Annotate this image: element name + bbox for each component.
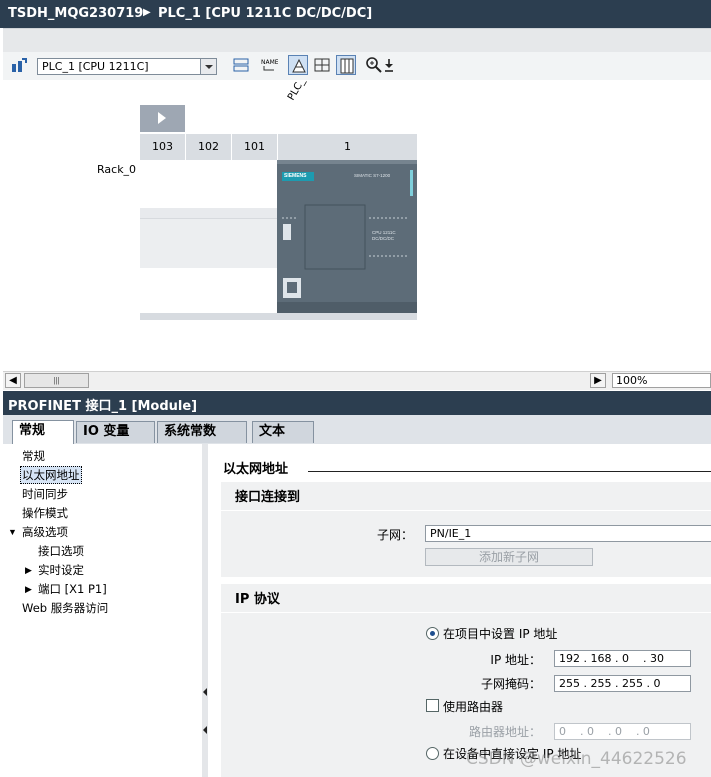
table-view-icon[interactable]	[336, 55, 356, 75]
editor-title-bar: TSDH_MQG230719 ▶ PLC_1 [CPU 1211C DC/DC/…	[0, 0, 711, 28]
expand-rack-icon[interactable]	[140, 105, 185, 132]
download-arrow-icon[interactable]	[382, 55, 396, 75]
inspector-title: PROFINET 接口_1 [Module]	[3, 391, 711, 415]
nav-item-port-x1p1[interactable]: 端口 [X1 P1]	[38, 581, 107, 597]
nav-item-ethernet-address[interactable]: 以太网地址	[20, 466, 82, 484]
ip-address-field[interactable]: 192 . 168 . 0 . 30	[554, 650, 691, 667]
device-view-toolbar: PLC_1 [CPU 1211C] NAME	[3, 52, 711, 81]
empty-slot-102[interactable]	[186, 160, 233, 320]
inspector-tabs: 常规 IO 变量 系统常数 文本	[3, 415, 711, 445]
subnet-mask-label: 子网掩码：	[480, 677, 541, 691]
project-name: TSDH_MQG230719	[8, 6, 144, 21]
section-divider	[308, 471, 711, 472]
view-tab-strip	[3, 28, 711, 52]
group-title: IP 协议	[235, 592, 280, 607]
slot-header-101: 101	[232, 134, 278, 160]
scroll-right-icon[interactable]: ▶	[590, 373, 606, 388]
device-name: PLC_1 [CPU 1211C DC/DC/DC]	[158, 6, 373, 21]
rotated-device-label: PLC_	[286, 76, 308, 103]
view-mode-icon[interactable]	[288, 55, 308, 75]
cpu-brand: SIEMENS	[284, 173, 307, 179]
collapse-arrow-icon[interactable]	[203, 726, 207, 734]
set-ip-on-device-radio[interactable]	[426, 747, 439, 760]
cpu-model: CPU 1211C DC/DC/DC	[372, 230, 396, 241]
collapse-arrow-icon[interactable]	[203, 688, 207, 696]
cpu-family: SIMATIC S7-1200	[354, 173, 391, 178]
scroll-left-icon[interactable]: ◀	[5, 373, 21, 388]
nav-item-interface-options[interactable]: 接口选项	[38, 543, 84, 559]
interface-connected-group: 接口连接到 子网： PN/IE_1 添加新子网	[221, 482, 711, 577]
expanded-triangle-icon[interactable]: ▼	[8, 527, 17, 537]
slot-header-1: 1	[278, 134, 418, 160]
rack-label: Rack_0	[97, 163, 137, 176]
nav-item-realtime-settings[interactable]: 实时设定	[38, 562, 84, 578]
group-title: 接口连接到	[235, 490, 301, 505]
router-address-field[interactable]: 0 . 0 . 0 . 0	[554, 723, 691, 740]
ip-address-label: IP 地址：	[490, 653, 541, 667]
nav-item-web-server-access[interactable]: Web 服务器访问	[22, 600, 108, 616]
svg-text:NAME: NAME	[261, 59, 278, 66]
tab-io-tags[interactable]: IO 变量	[76, 421, 155, 443]
show-module-names-icon[interactable]: NAME	[259, 55, 279, 75]
inspector-nav: 常规 以太网地址 时间同步 操作模式 ▼ 高级选项 接口选项 ▶ 实时设定 ▶ …	[3, 444, 203, 777]
cpu-module[interactable]: SIEMENS SIMATIC S7-1200 CPU 1211C DC/DC/…	[277, 160, 417, 313]
empty-slot-101[interactable]	[232, 160, 278, 320]
tab-general[interactable]: 常规	[12, 420, 74, 445]
watermark: CSDN @weixin_44622526	[466, 749, 687, 769]
collapsed-triangle-icon[interactable]: ▶	[25, 565, 32, 576]
zoom-level-field[interactable]: 100%	[612, 373, 711, 388]
cpu-slot-base	[277, 313, 417, 320]
device-select[interactable]: PLC_1 [CPU 1211C]	[37, 58, 217, 75]
nav-item-general[interactable]: 常规	[22, 448, 45, 464]
use-router-label: 使用路由器	[443, 700, 504, 714]
chevron-down-icon[interactable]	[200, 59, 216, 74]
device-network-icon[interactable]	[9, 55, 29, 75]
slot-header-102: 102	[186, 134, 232, 160]
add-subnet-button[interactable]: 添加新子网	[425, 548, 593, 566]
breadcrumb-arrow-icon: ▶	[143, 7, 151, 18]
device-view-scrollbar[interactable]: ◀ ||| ▶ 100%	[3, 371, 711, 390]
scroll-thumb[interactable]: |||	[24, 373, 89, 388]
nav-item-time-sync[interactable]: 时间同步	[22, 486, 68, 502]
zoom-icon[interactable]	[364, 55, 384, 75]
set-ip-in-project-radio[interactable]	[426, 627, 439, 640]
slot-header-103: 103	[140, 134, 186, 160]
nav-item-advanced-options[interactable]: 高级选项	[22, 524, 68, 540]
tab-texts[interactable]: 文本	[252, 421, 314, 443]
router-address-label: 路由器地址：	[468, 725, 541, 739]
grid-view-icon[interactable]	[312, 55, 332, 75]
collapsed-triangle-icon[interactable]: ▶	[25, 584, 32, 595]
section-heading: 以太网地址	[223, 462, 289, 477]
subnet-mask-field[interactable]: 255 . 255 . 255 . 0	[554, 675, 691, 692]
properties-content: 以太网地址 接口连接到 子网： PN/IE_1 添加新子网 IP 协议 在项目中…	[208, 444, 711, 777]
set-ip-in-project-label: 在项目中设置 IP 地址	[443, 627, 558, 641]
topology-icon[interactable]	[231, 55, 251, 75]
subnet-field[interactable]: PN/IE_1	[425, 525, 711, 542]
tab-system-constants[interactable]: 系统常数	[157, 421, 247, 443]
subnet-label: 子网：	[376, 528, 413, 542]
use-router-checkbox[interactable]	[426, 699, 439, 712]
empty-slot-103[interactable]	[140, 160, 187, 320]
nav-item-operating-mode[interactable]: 操作模式	[22, 505, 68, 521]
